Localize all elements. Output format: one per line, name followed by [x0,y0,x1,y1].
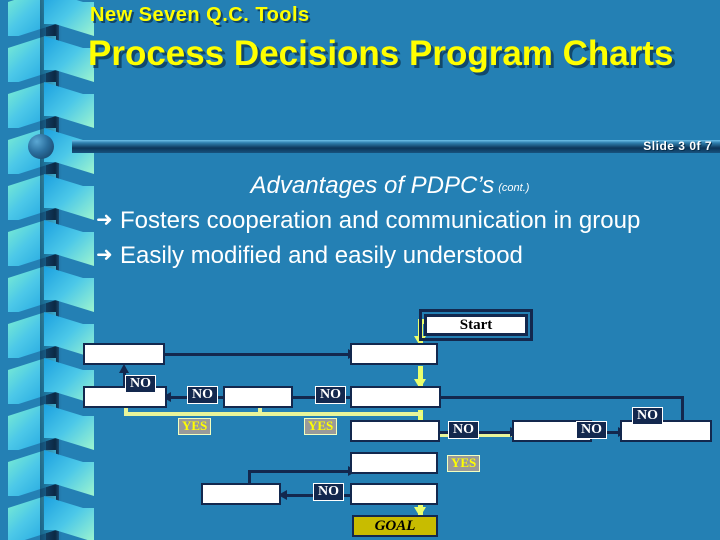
flow-node-blank[interactable] [350,343,438,365]
edge-label-no: NO [576,421,607,439]
flow-node-goal[interactable]: GOAL [352,515,438,537]
edge-label-yes: YES [304,418,338,435]
flow-connector [164,353,350,356]
flow-node-blank[interactable] [350,386,441,408]
edge-label-no: NO [125,375,156,393]
edge-label-no: NO [187,386,218,404]
pdpc-flowchart-diagram: Start GOAL NO NO NO NO NO NO NO YES YES … [0,0,720,540]
flow-node-blank[interactable] [201,483,281,505]
yes-path-segment [124,412,422,416]
edge-label-no: NO [313,483,344,501]
flow-node-start[interactable]: Start [419,309,533,341]
edge-label-no: NO [632,407,663,425]
flow-node-blank[interactable] [350,420,440,442]
edge-label-yes: YES [178,418,212,435]
flow-connector [248,470,352,473]
flow-arrowhead [119,364,129,373]
slide-canvas: New Seven Q.C. Tools Process Decisions P… [0,0,720,540]
edge-label-no: NO [448,421,479,439]
flow-node-blank[interactable] [83,343,165,365]
flow-node-blank[interactable] [350,483,438,505]
flow-node-blank[interactable] [223,386,293,408]
flow-node-label: Start [459,316,493,333]
flow-connector [681,396,684,420]
flow-node-blank[interactable] [350,452,438,474]
flow-node-label: GOAL [374,517,416,534]
edge-label-yes: YES [447,455,481,472]
edge-label-no: NO [315,386,346,404]
